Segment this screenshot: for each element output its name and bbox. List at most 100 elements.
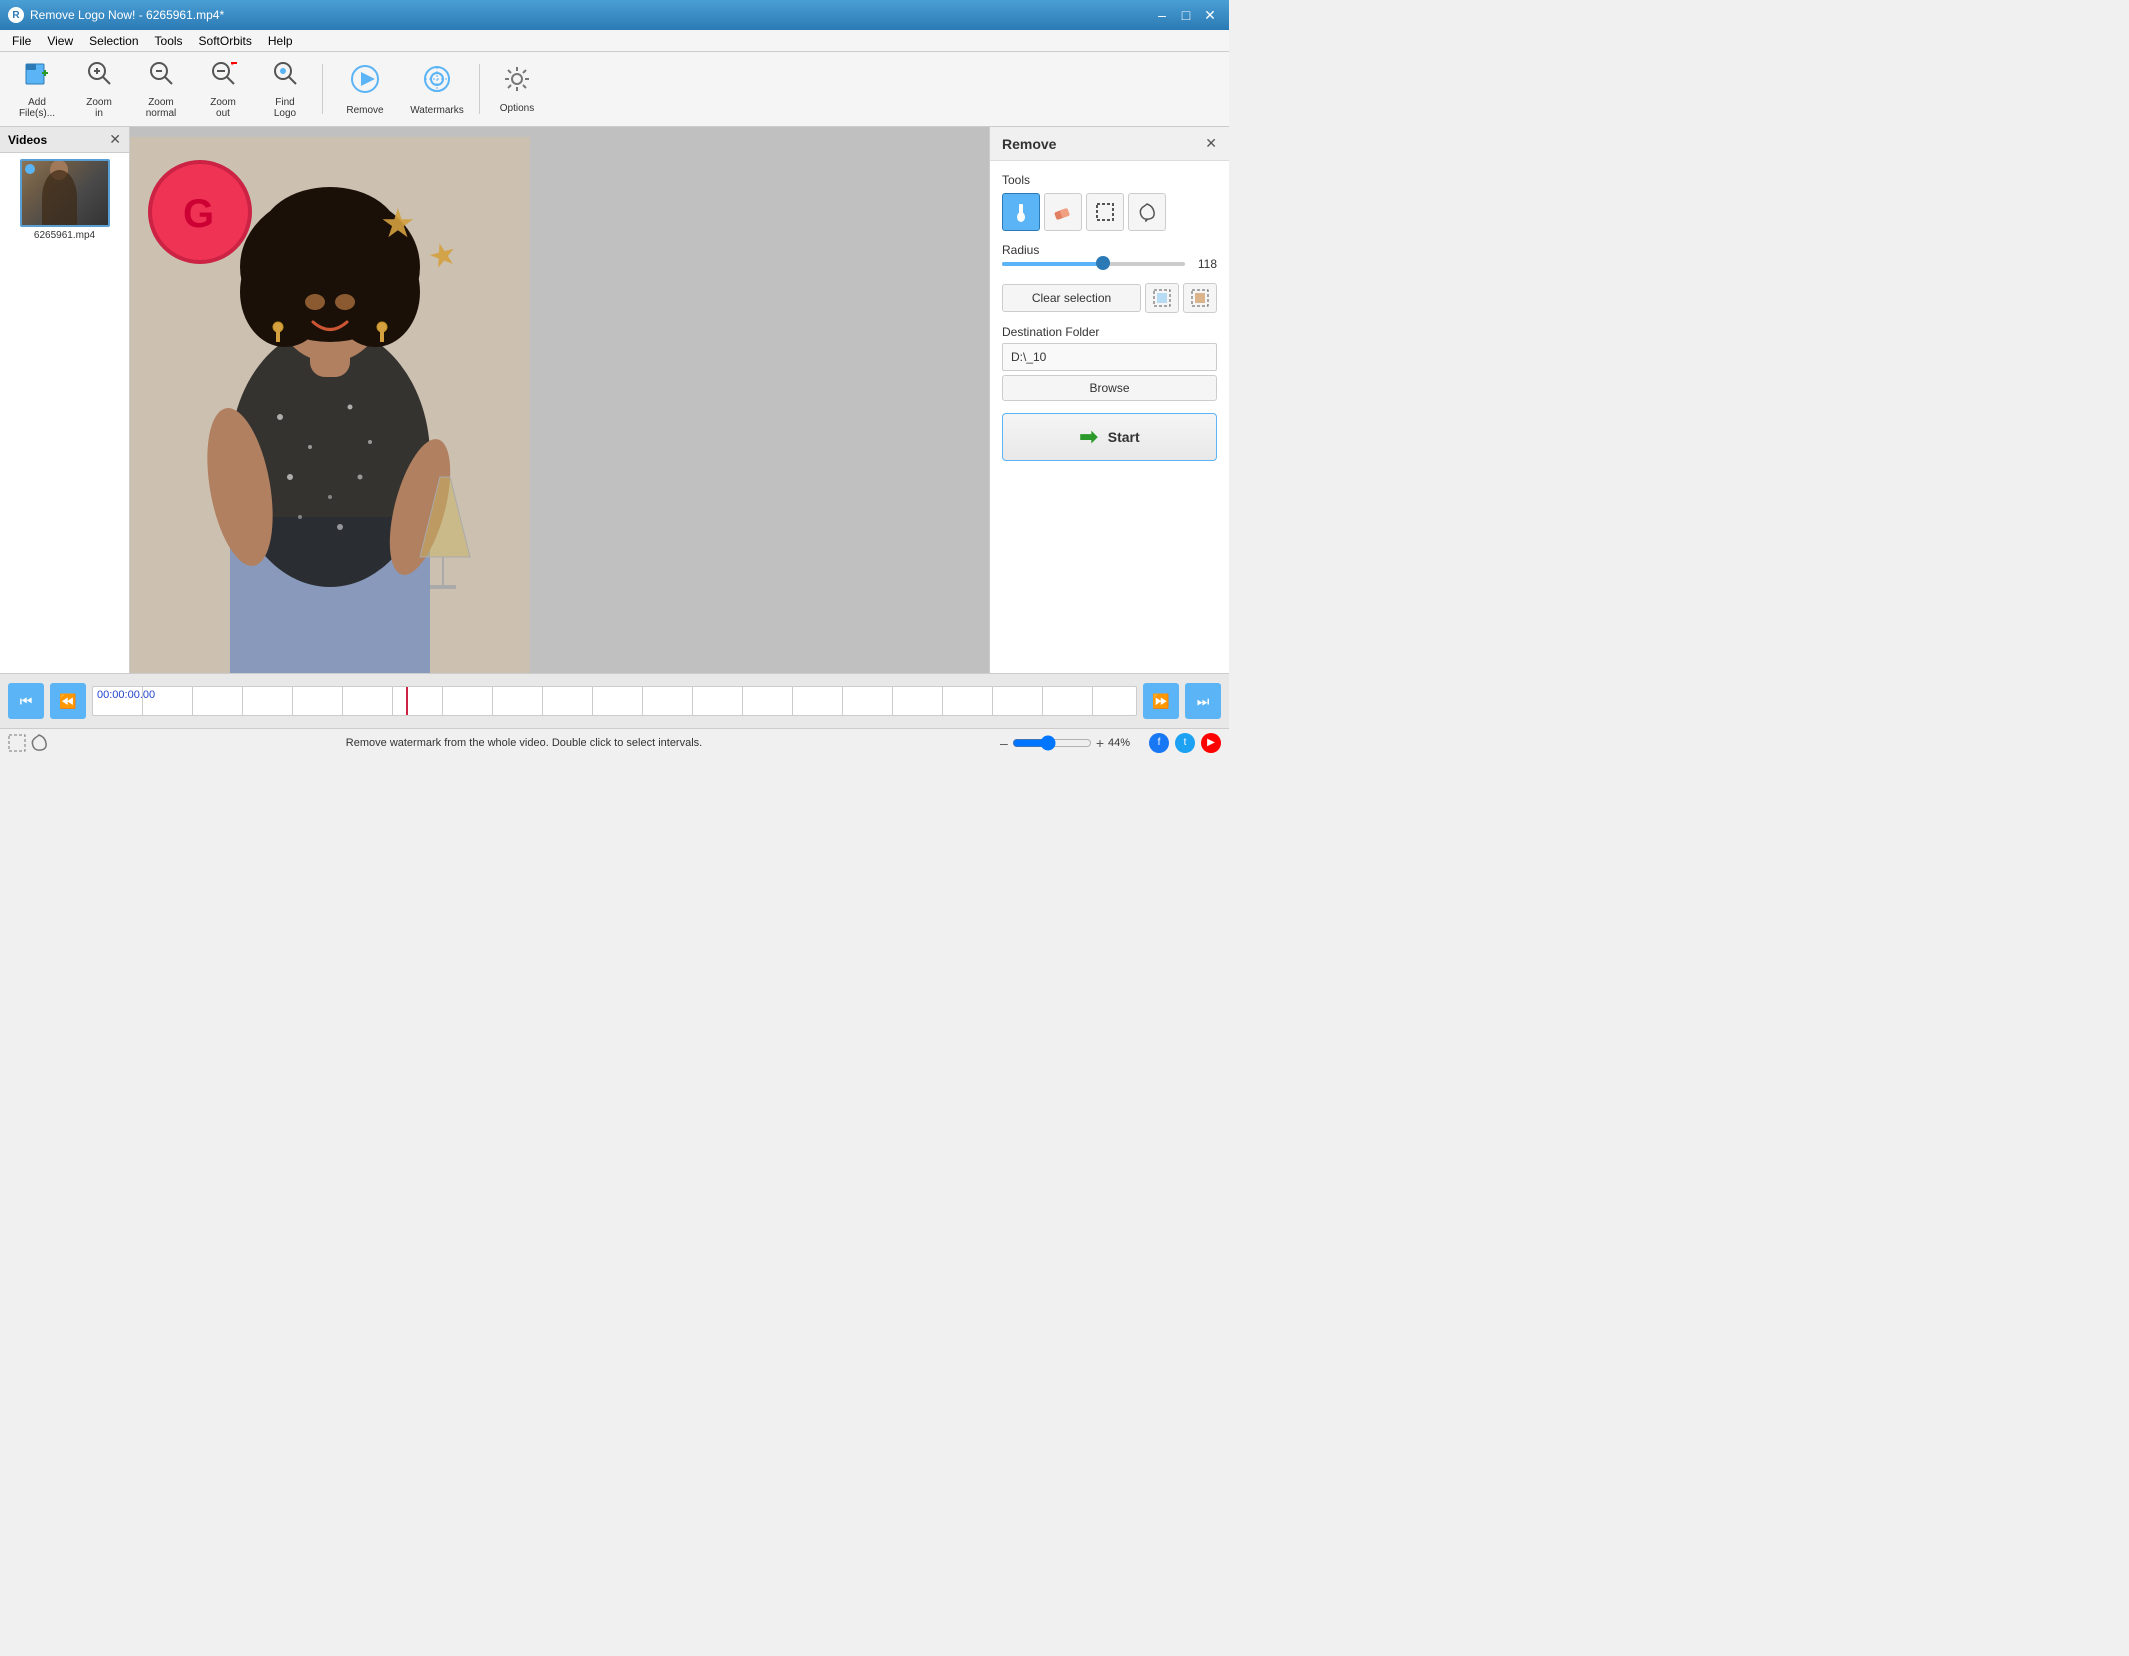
- status-message: Remove watermark from the whole video. D…: [48, 737, 1000, 749]
- window-controls: – □ ✕: [1151, 4, 1221, 26]
- menu-help[interactable]: Help: [260, 32, 301, 50]
- video-frame-svg: ★ ★ G: [130, 137, 530, 673]
- destination-path-input[interactable]: [1002, 343, 1217, 371]
- zoom-out-label: Zoomout: [210, 97, 236, 119]
- zoom-out-button[interactable]: - Zoomout: [194, 57, 252, 122]
- zoom-in-status-button[interactable]: +: [1096, 735, 1104, 751]
- timeline-time-display: 00:00:00.00: [97, 689, 155, 701]
- zoom-normal-icon: [147, 59, 175, 94]
- twitter-icon[interactable]: t: [1175, 733, 1195, 753]
- remove-button[interactable]: Remove: [331, 57, 399, 122]
- rewind-button[interactable]: ⏮: [8, 683, 44, 719]
- start-button[interactable]: ➡ Start: [1002, 413, 1217, 461]
- menu-file[interactable]: File: [4, 32, 39, 50]
- options-button[interactable]: Options: [488, 57, 546, 122]
- youtube-icon[interactable]: ▶: [1201, 733, 1221, 753]
- radius-section: Radius 118: [1002, 243, 1217, 271]
- zoom-out-icon: -: [209, 59, 237, 94]
- thumb-person: [42, 170, 77, 225]
- add-files-icon: [23, 59, 51, 94]
- zoom-slider[interactable]: [1012, 735, 1092, 751]
- canvas-area[interactable]: ★ ★ G: [130, 127, 989, 673]
- right-panel-title: Remove: [1002, 136, 1056, 152]
- radius-row: 118: [1002, 257, 1217, 271]
- status-bar-right: – + 44% f t ▶: [1000, 733, 1221, 753]
- watermarks-button[interactable]: Watermarks: [403, 57, 471, 122]
- remove-label: Remove: [346, 105, 383, 116]
- menu-tools[interactable]: Tools: [147, 32, 191, 50]
- videos-panel-close[interactable]: ✕: [109, 131, 121, 148]
- right-panel-header: Remove ✕: [990, 127, 1229, 161]
- menu-view[interactable]: View: [39, 32, 81, 50]
- zoom-in-label: Zoomin: [86, 97, 112, 119]
- tools-section: Tools: [1002, 173, 1217, 231]
- zoom-controls: – + 44%: [1000, 735, 1143, 751]
- prev-frame-button[interactable]: ⏪: [50, 683, 86, 719]
- menu-softorbits[interactable]: SoftOrbits: [191, 32, 260, 50]
- radius-value: 118: [1193, 257, 1217, 271]
- video-item[interactable]: 6265961.mp4: [0, 153, 129, 247]
- svg-text:G: G: [183, 192, 214, 236]
- expand-selection-button[interactable]: [1183, 283, 1217, 313]
- browse-button[interactable]: Browse: [1002, 375, 1217, 401]
- selection-mode-icon: [8, 734, 26, 752]
- radius-label: Radius: [1002, 243, 1217, 257]
- find-logo-button[interactable]: FindLogo: [256, 57, 314, 122]
- tools-row: [1002, 193, 1217, 231]
- status-bar-left: [8, 734, 48, 752]
- timeline-track[interactable]: 00:00:00.00: [92, 686, 1137, 716]
- video-canvas: ★ ★ G: [130, 137, 530, 673]
- zoom-in-button[interactable]: Zoomin: [70, 57, 128, 122]
- videos-panel-title: Videos: [8, 133, 47, 147]
- right-panel-close-button[interactable]: ✕: [1205, 135, 1217, 152]
- timeline: ⏮ ⏪ 00:00:00.00 ⏩ ⏭: [0, 673, 1229, 728]
- zoom-out-status-button[interactable]: –: [1000, 735, 1008, 751]
- fast-forward-button[interactable]: ⏭: [1185, 683, 1221, 719]
- zoom-level-label: 44%: [1108, 737, 1143, 749]
- right-panel: Remove ✕ Tools: [989, 127, 1229, 673]
- timeline-ruler: [93, 687, 1136, 715]
- fit-selection-button[interactable]: [1145, 283, 1179, 313]
- start-label: Start: [1108, 429, 1140, 445]
- videos-header: Videos ✕: [0, 127, 129, 153]
- toolbar-separator-1: [322, 64, 323, 114]
- close-button[interactable]: ✕: [1199, 4, 1221, 26]
- destination-folder-label: Destination Folder: [1002, 325, 1217, 339]
- svg-text:-: -: [231, 60, 234, 69]
- add-files-button[interactable]: AddFile(s)...: [8, 57, 66, 122]
- lasso-mode-icon: [30, 734, 48, 752]
- app-icon: R: [8, 7, 24, 23]
- tool-brush-button[interactable]: [1002, 193, 1040, 231]
- clear-selection-button[interactable]: Clear selection: [1002, 284, 1141, 312]
- find-logo-icon: [271, 59, 299, 94]
- minimize-button[interactable]: –: [1151, 4, 1173, 26]
- video-file-name: 6265961.mp4: [34, 230, 95, 241]
- zoom-normal-button[interactable]: Zoomnormal: [132, 57, 190, 122]
- social-icons: f t ▶: [1149, 733, 1221, 753]
- status-bar: Remove watermark from the whole video. D…: [0, 728, 1229, 756]
- selection-row: Clear selection: [1002, 283, 1217, 313]
- remove-icon: [349, 63, 381, 102]
- watermarks-icon: [421, 63, 453, 102]
- zoom-normal-label: Zoomnormal: [146, 97, 177, 119]
- tool-lasso-button[interactable]: [1128, 193, 1166, 231]
- right-panel-body: Tools: [990, 161, 1229, 473]
- watermarks-label: Watermarks: [410, 105, 464, 116]
- window-title: Remove Logo Now! - 6265961.mp4*: [30, 8, 224, 22]
- svg-text:★: ★: [380, 202, 416, 246]
- timeline-playhead: [406, 687, 408, 715]
- maximize-button[interactable]: □: [1175, 4, 1197, 26]
- timeline-right-buttons: ⏩ ⏭: [1143, 683, 1221, 719]
- add-files-label: AddFile(s)...: [19, 97, 55, 119]
- thumb-indicator: [25, 164, 35, 174]
- options-label: Options: [500, 103, 534, 114]
- zoom-in-icon: [85, 59, 113, 94]
- tool-rect-select-button[interactable]: [1086, 193, 1124, 231]
- tool-eraser-button[interactable]: [1044, 193, 1082, 231]
- main-content: Videos ✕ 6265961.mp4: [0, 127, 1229, 673]
- next-frame-button[interactable]: ⏩: [1143, 683, 1179, 719]
- facebook-icon[interactable]: f: [1149, 733, 1169, 753]
- menu-selection[interactable]: Selection: [81, 32, 146, 50]
- options-icon: [503, 65, 531, 100]
- radius-slider[interactable]: [1002, 262, 1185, 266]
